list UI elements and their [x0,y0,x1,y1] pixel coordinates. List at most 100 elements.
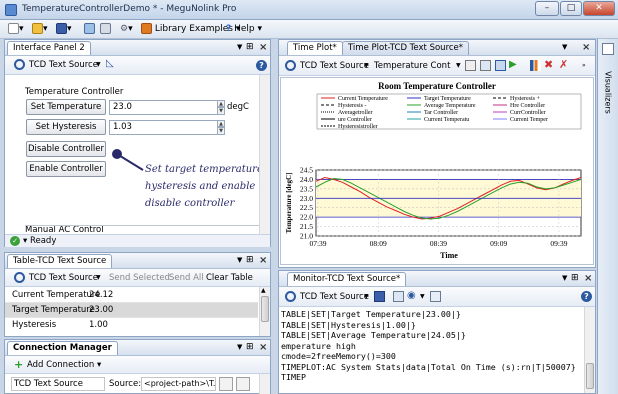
spin-up-icon[interactable]: ▲ [217,100,225,107]
help-icon[interactable]: ? [581,291,592,302]
settings-icon[interactable]: ◉ [407,290,416,301]
legend-entry: Average Temperature [424,103,476,109]
x-tick-label: 09:09 [490,239,507,248]
spin-up-icon[interactable]: ▲ [217,120,225,127]
settings-icon[interactable] [236,377,250,391]
set-hysteresis-button[interactable]: Set Hysteresis [26,119,106,135]
chevron-down-icon[interactable]: ▼ [364,293,369,300]
chevron-down-icon[interactable]: ▼ [364,62,369,69]
bar-chart-icon[interactable] [530,60,541,71]
series-list-icon[interactable] [495,60,506,71]
maximize-button[interactable]: □ [560,1,582,16]
panel-menu-icon[interactable]: ▼ [237,343,242,351]
hysteresis-field[interactable]: 1.03 [109,120,218,135]
help-button[interactable]: ? Help ▾ [226,23,262,36]
connection-name-field[interactable]: TCD Text Source [11,377,105,391]
source-selector[interactable]: TCD Text Source [300,292,369,302]
table-row[interactable]: Hysteresis 1.00 [5,318,258,333]
pin-icon[interactable]: ⊞ [246,255,254,265]
table-scrollbar[interactable]: ▲ [259,287,270,336]
visualizers-icon[interactable] [602,43,614,55]
close-panel-icon[interactable]: × [584,274,592,284]
tab-time-plot[interactable]: Time Plot* [287,41,343,55]
spin-down-icon[interactable]: ▼ [217,107,225,115]
connection-icon [14,59,25,70]
table-row[interactable]: Target Temperature 23.00 [5,303,258,318]
save-icon[interactable] [374,291,385,302]
panel-menu-icon[interactable]: ▼ [562,274,567,282]
close-panel-icon[interactable]: × [259,43,267,53]
chart-title: Room Temperature Controller [378,81,496,91]
table-row[interactable]: Current Temperature 24.12 [5,288,258,303]
add-connection-button[interactable]: Add Connection ▾ [27,360,101,370]
panel-menu-icon[interactable]: ▼ [562,43,567,51]
spin-down-icon[interactable]: ▼ [217,127,225,135]
clear-icon[interactable]: ✖ [544,58,553,71]
temperature-chart[interactable]: Room Temperature Controller Current Tempe… [281,78,593,264]
monitor-scrollbar[interactable] [584,307,595,393]
chart-properties-icon[interactable] [465,60,476,71]
chevron-down-icon[interactable]: ▼ [96,61,101,68]
connection-manager-header: Connection Manager ▼ ⊞ × [5,340,270,356]
open-folder-icon[interactable]: ▾ [32,23,48,36]
tab-connection-manager[interactable]: Connection Manager [7,341,118,355]
panel-menu-icon[interactable]: ▼ [237,43,242,51]
series-selector[interactable]: Temperature Cont [374,61,450,71]
chevron-down-icon[interactable]: ▼ [96,274,101,281]
chevron-down-icon[interactable]: ▼ [420,293,425,300]
pin-icon[interactable]: ⊞ [246,342,254,352]
new-document-icon[interactable]: ▾ [8,23,24,36]
close-panel-icon[interactable]: × [259,256,267,266]
tab-time-plot-source[interactable]: Time Plot-TCD Text Source* [342,41,470,55]
scroll-thumb[interactable] [261,296,269,322]
overflow-icon[interactable]: » [582,62,586,69]
source-selector[interactable]: TCD Text Source [29,60,98,70]
temperature-field[interactable]: 23.0 [109,100,218,115]
send-selected-button[interactable]: Send Selected [109,273,170,283]
scroll-thumb[interactable] [586,363,594,389]
interface-scrollbar[interactable] [259,75,270,234]
pin-icon[interactable]: ⊞ [246,42,254,52]
table-panel: Table-TCD Text Source ▼ ⊞ × TCD Text Sou… [4,252,271,337]
scroll-up-icon[interactable]: ▲ [261,287,266,294]
grid-icon[interactable] [100,23,111,36]
connection-scrollbar[interactable] [259,374,270,394]
disable-controller-button[interactable]: Disable Controller [26,141,106,157]
source-selector[interactable]: TCD Text Source [300,61,369,71]
tab-monitor[interactable]: Monitor-TCD Text Source* [287,272,407,286]
play-icon[interactable]: ▶ [509,59,517,70]
gear-icon[interactable]: ⚙▾ [120,23,133,36]
tab-interface-panel[interactable]: Interface Panel 2 [7,41,91,55]
clear-table-button[interactable]: Clear Table [206,273,253,283]
minimize-button[interactable]: – [535,1,559,16]
plot-area[interactable]: Room Temperature Controller Current Tempe… [280,77,594,265]
log-icon[interactable] [393,291,404,302]
close-panel-icon[interactable]: × [259,343,267,353]
source-path-field[interactable]: <project-path>\T... [141,377,216,391]
save-icon[interactable]: ▾ [56,23,72,36]
send-all-button[interactable]: Send All [169,273,204,283]
close-button[interactable]: ✕ [583,1,615,16]
legend-entry: Hysteresis + [510,96,540,102]
close-panel-icon[interactable]: × [582,43,590,53]
help-icon[interactable]: ? [256,60,267,71]
panel-menu-icon[interactable]: ▼ [237,256,242,264]
visualizers-tab[interactable]: Visualizers [604,63,613,123]
connection-icon [285,291,296,302]
set-temperature-button[interactable]: Set Temperature [26,99,106,115]
folder-icon[interactable] [219,377,233,391]
ruler-icon[interactable]: ◺ [106,58,114,69]
help-icon: ? [226,24,232,34]
tab-table[interactable]: Table-TCD Text Source [7,254,113,268]
row-name: Hysteresis [12,320,57,330]
image-icon[interactable] [84,23,95,36]
clear-monitor-icon[interactable] [430,291,441,302]
x-tick-label: 09:39 [550,239,567,248]
y-tick-label: 22.0 [300,213,313,222]
pin-icon[interactable]: ⊞ [571,273,579,283]
reset-zoom-icon[interactable]: ✗ [559,58,568,71]
source-selector[interactable]: TCD Text Source [29,273,98,283]
table-icon[interactable] [480,60,491,71]
enable-controller-button[interactable]: Enable Controller [26,161,106,177]
chevron-down-icon[interactable]: ▼ [456,62,461,69]
